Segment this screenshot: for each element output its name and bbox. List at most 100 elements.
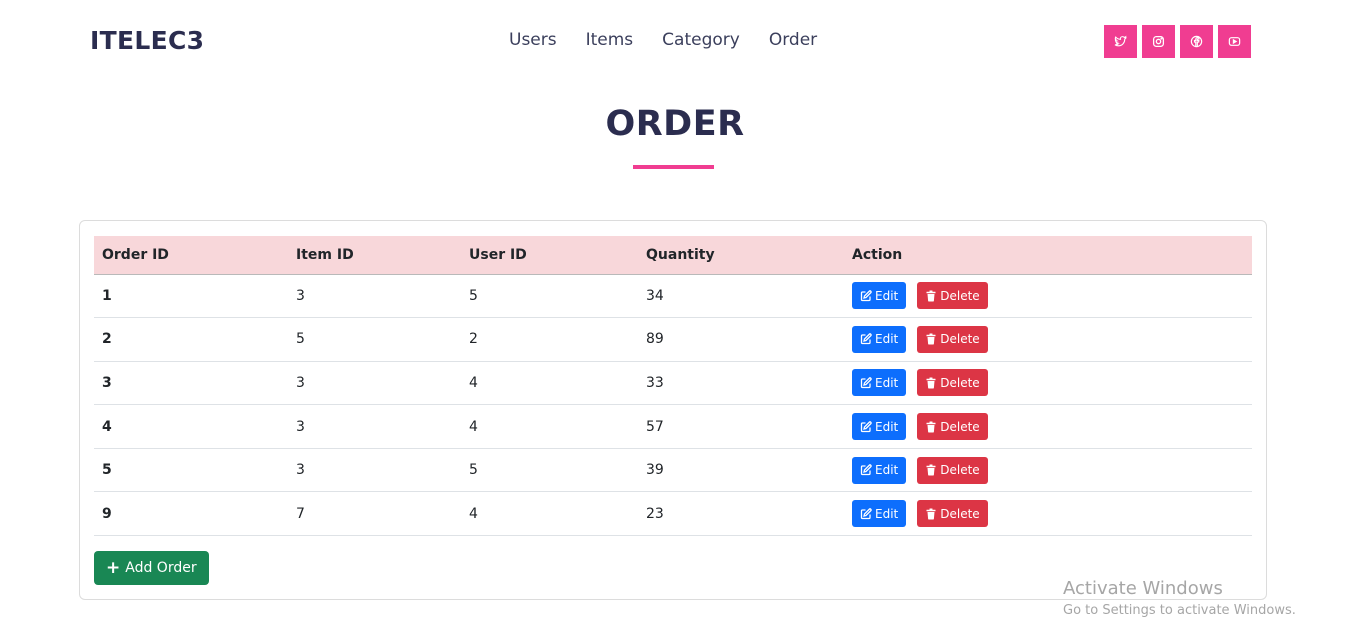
delete-button[interactable]: Delete <box>917 282 988 310</box>
watermark-subtitle: Go to Settings to activate Windows. <box>1063 603 1296 618</box>
delete-label: Delete <box>940 375 980 390</box>
brand-logo[interactable]: ITELEC3 <box>90 26 204 55</box>
quantity-cell: 57 <box>638 404 844 449</box>
item-id-cell: 3 <box>288 361 461 406</box>
trash-icon <box>926 333 936 345</box>
quantity-cell: 23 <box>638 491 844 537</box>
quantity-cell: 33 <box>638 361 844 406</box>
item-id-cell: 7 <box>288 491 461 537</box>
watermark-title: Activate Windows <box>1063 578 1223 599</box>
edit-button[interactable]: Edit <box>852 456 907 484</box>
quantity-cell: 39 <box>638 448 844 493</box>
delete-button[interactable]: Delete <box>917 500 988 528</box>
facebook-button[interactable] <box>1180 25 1213 58</box>
facebook-icon <box>1190 35 1203 48</box>
edit-label: Edit <box>875 288 899 303</box>
user-id-cell: 5 <box>461 274 638 319</box>
delete-label: Delete <box>940 419 980 434</box>
user-id-cell: 2 <box>461 317 638 362</box>
item-id-cell: 3 <box>288 448 461 493</box>
user-id-cell: 4 <box>461 404 638 449</box>
item-id-cell: 3 <box>288 404 461 449</box>
nav-items[interactable]: Items <box>586 30 634 50</box>
edit-icon <box>860 290 872 301</box>
instagram-icon <box>1152 35 1165 48</box>
item-id-cell: 3 <box>288 274 461 319</box>
user-id-cell: 4 <box>461 491 638 537</box>
edit-label: Edit <box>875 332 899 347</box>
edit-button[interactable]: Edit <box>852 282 907 310</box>
instagram-button[interactable] <box>1142 25 1175 58</box>
table-row: 2 5 2 89 Edit Delete <box>94 317 1252 362</box>
edit-icon <box>860 464 872 476</box>
edit-icon <box>860 420 872 432</box>
edit-button[interactable]: Edit <box>852 325 907 353</box>
quantity-cell: 34 <box>638 274 844 319</box>
add-order-button[interactable]: + Add Order <box>94 551 209 585</box>
nav-category[interactable]: Category <box>662 30 740 50</box>
edit-icon <box>860 508 872 519</box>
edit-icon <box>860 333 872 345</box>
delete-button[interactable]: Delete <box>917 413 988 441</box>
title-underline <box>633 165 714 169</box>
delete-button[interactable]: Delete <box>917 456 988 484</box>
order-id-cell: 5 <box>94 448 288 493</box>
plus-icon: + <box>106 558 121 578</box>
order-id-cell: 1 <box>94 274 288 319</box>
edit-label: Edit <box>875 375 899 390</box>
page-title: ORDER <box>605 104 745 144</box>
action-cell: Edit Delete <box>844 274 1252 319</box>
header-order-id: Order ID <box>94 236 288 275</box>
edit-button[interactable]: Edit <box>852 369 907 397</box>
top-navbar: ITELEC3 Users Items Category Order <box>0 0 1350 84</box>
table-row: 3 3 4 33 Edit Delete <box>94 361 1252 406</box>
windows-activation-watermark: Activate Windows Go to Settings to activ… <box>1063 578 1296 618</box>
youtube-button[interactable] <box>1218 25 1251 58</box>
table-row: 1 3 5 34 Edit Delete <box>94 274 1252 319</box>
order-id-cell: 9 <box>94 491 288 537</box>
order-id-cell: 3 <box>94 361 288 406</box>
delete-button[interactable]: Delete <box>917 325 988 353</box>
orders-card: Order ID Item ID User ID Quantity Action… <box>79 220 1267 600</box>
nav-users[interactable]: Users <box>509 30 557 50</box>
delete-label: Delete <box>940 506 980 521</box>
trash-icon <box>926 508 936 520</box>
edit-label: Edit <box>875 506 899 521</box>
table-row: 4 3 4 57 Edit Delete <box>94 404 1252 449</box>
edit-button[interactable]: Edit <box>852 413 907 441</box>
delete-label: Delete <box>940 332 980 347</box>
youtube-icon <box>1228 37 1241 46</box>
edit-label: Edit <box>875 419 899 434</box>
table-body: 1 3 5 34 Edit Delete 2 5 2 89 Edit Delete 3 3 4 33 Edit D… <box>94 274 1252 537</box>
trash-icon <box>926 464 936 476</box>
header-quantity: Quantity <box>638 236 844 275</box>
nav-order[interactable]: Order <box>769 30 817 50</box>
action-cell: Edit Delete <box>844 361 1252 406</box>
action-cell: Edit Delete <box>844 448 1252 493</box>
twitter-button[interactable] <box>1104 25 1137 58</box>
add-order-label: Add Order <box>125 560 197 576</box>
header-action: Action <box>844 236 1252 275</box>
header-item-id: Item ID <box>288 236 461 275</box>
user-id-cell: 5 <box>461 448 638 493</box>
action-cell: Edit Delete <box>844 491 1252 537</box>
trash-icon <box>926 377 936 389</box>
edit-icon <box>860 377 872 389</box>
trash-icon <box>926 290 936 302</box>
table-header-row: Order ID Item ID User ID Quantity Action <box>94 236 1252 275</box>
edit-label: Edit <box>875 463 899 478</box>
delete-button[interactable]: Delete <box>917 369 988 397</box>
table-row: 5 3 5 39 Edit Delete <box>94 448 1252 493</box>
item-id-cell: 5 <box>288 317 461 362</box>
twitter-icon <box>1114 35 1127 47</box>
order-id-cell: 2 <box>94 317 288 362</box>
header-user-id: User ID <box>461 236 638 275</box>
edit-button[interactable]: Edit <box>852 500 907 528</box>
action-cell: Edit Delete <box>844 404 1252 449</box>
quantity-cell: 89 <box>638 317 844 362</box>
trash-icon <box>926 421 936 433</box>
order-id-cell: 4 <box>94 404 288 449</box>
orders-table: Order ID Item ID User ID Quantity Action… <box>94 236 1252 537</box>
delete-label: Delete <box>940 288 980 303</box>
user-id-cell: 4 <box>461 361 638 406</box>
